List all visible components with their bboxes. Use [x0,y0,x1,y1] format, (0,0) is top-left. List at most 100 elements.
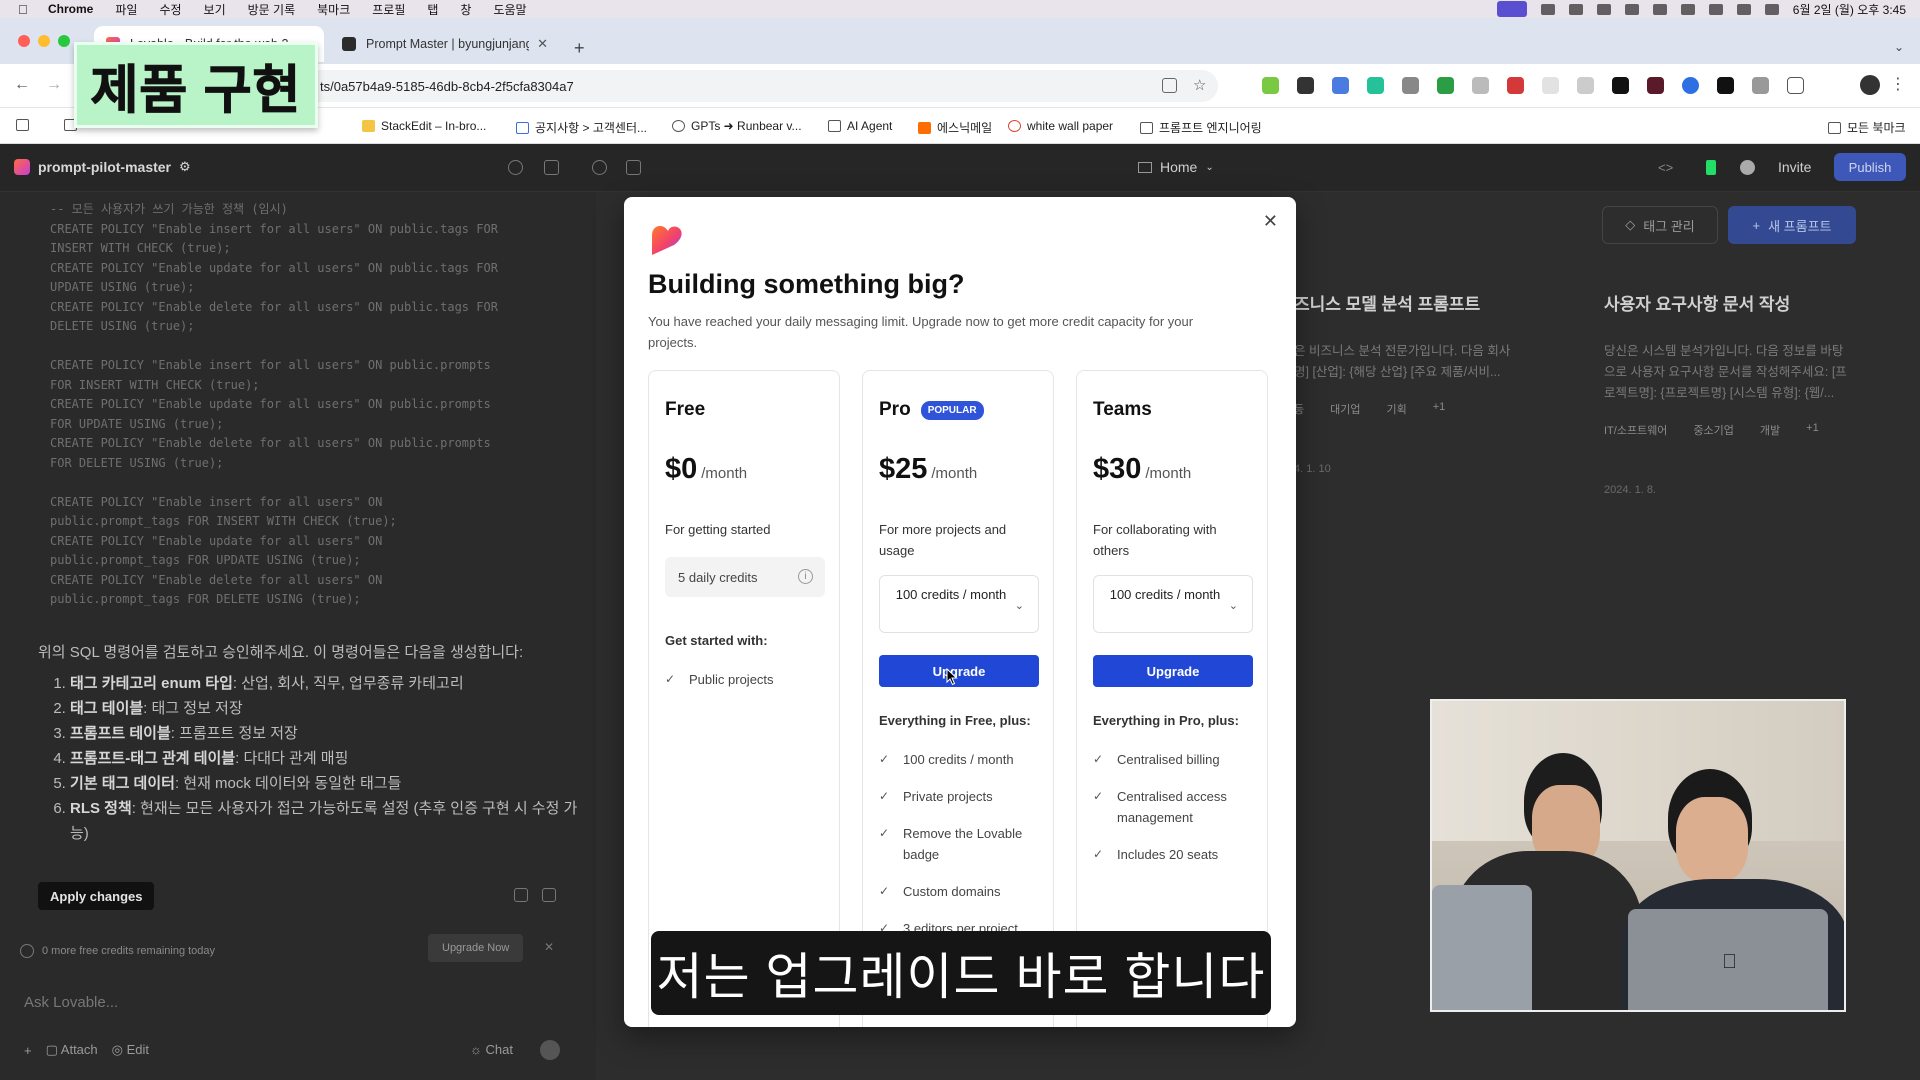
project-selector[interactable]: prompt-pilot-master ⚙ [14,159,191,175]
apps-grid-icon[interactable] [16,119,29,131]
extension-icon[interactable] [1472,77,1489,94]
tag-chip[interactable]: 개발 [1760,422,1780,438]
control-center-icon[interactable] [1764,3,1779,15]
battery-icon[interactable] [1680,3,1695,15]
extension-icon[interactable] [1647,77,1664,94]
chat-input[interactable]: Ask Lovable... [24,994,118,1011]
menubar-clock[interactable]: 6월 2일 (월) 오후 3:45 [1793,1,1906,18]
tag-chip[interactable]: IT/소프트웨어 [1604,422,1667,438]
thumbs-down-icon[interactable] [542,888,556,902]
minimize-window-button[interactable] [38,35,50,47]
tag-chip[interactable]: 대기업 [1330,401,1360,417]
route-selector[interactable]: Home ⌄ [1138,159,1214,175]
notion-icon[interactable] [1717,77,1734,94]
tab-prompt-master[interactable]: Prompt Master | byungjunjang ✕ [330,26,560,62]
code-icon[interactable]: <> [1658,160,1673,175]
translate-icon[interactable] [1162,78,1177,93]
extension-icon[interactable] [1332,77,1349,94]
status-icon[interactable] [1540,3,1555,15]
publish-button[interactable]: Publish [1834,153,1906,181]
bookmark-all[interactable]: 모든 북마크 [1828,119,1906,136]
settings-icon[interactable]: ⚙ [179,159,191,175]
thumbs-up-icon[interactable] [514,888,528,902]
moon-icon[interactable] [1596,3,1611,15]
tab-search-chevron-icon[interactable]: ⌄ [1894,40,1904,54]
extension-icon[interactable] [1577,77,1594,94]
tag-chip[interactable]: 기획 [1387,401,1407,417]
menu-history[interactable]: 방문 기록 [248,1,296,18]
upgrade-pro-button[interactable]: Upgrade [879,655,1039,687]
tag-chip[interactable]: 중소기업 [1693,422,1733,438]
extension-icon[interactable] [1402,77,1419,94]
close-icon[interactable]: ✕ [544,940,554,954]
attach-button[interactable]: ▢ Attach [46,1042,98,1058]
zoom-window-button[interactable] [58,35,70,47]
apply-changes-button[interactable]: Apply changes [38,882,155,910]
new-tab-icon[interactable]: + [574,38,585,59]
menu-app-name[interactable]: Chrome [48,2,93,16]
forward-arrow-icon[interactable]: → [46,76,62,94]
bookmark-wallpaper[interactable]: white wall paper [1008,119,1113,133]
credits-select[interactable]: 100 credits / month ⌄ [1093,575,1253,633]
close-icon[interactable]: ✕ [1263,211,1278,232]
extension-icon[interactable] [1297,77,1314,94]
upgrade-now-button[interactable]: Upgrade Now [428,934,524,962]
extension-icon[interactable] [1682,77,1699,94]
bookmark-ethnic-mail[interactable]: 에스닉메일 [918,119,992,136]
upgrade-teams-button[interactable]: Upgrade [1093,655,1253,687]
tag-chip[interactable]: +1 [1806,422,1819,438]
extension-icon[interactable] [1612,77,1629,94]
send-button[interactable] [540,1040,560,1060]
bookmark-prompt-engineering[interactable]: 프롬프트 엔지니어링 [1140,119,1262,136]
display-icon[interactable] [1624,3,1639,15]
wifi-icon[interactable] [1708,3,1723,15]
kebab-menu-icon[interactable]: ⋮ [1890,74,1906,94]
tag-manage-button[interactable]: ◇ 태그 관리 [1602,206,1718,244]
menu-profile[interactable]: 프로필 [372,1,405,18]
info-icon[interactable]: i [798,569,813,584]
supabase-icon[interactable] [1706,160,1716,175]
menu-view[interactable]: 보기 [204,1,226,18]
search-icon[interactable] [1736,3,1751,15]
tag-chip[interactable]: +1 [1433,401,1446,417]
prompt-card[interactable]: 사용자 요구사항 문서 작성 당신은 시스템 분석가입니다. 다음 정보를 바탕… [1604,290,1914,540]
plus-icon[interactable]: + [24,1043,32,1058]
bookmark-notice[interactable]: 공지사항 > 고객센터... [516,119,647,136]
profile-avatar[interactable] [1860,75,1880,95]
extension-icon[interactable] [1437,77,1454,94]
edit-button[interactable]: ◎ Edit [112,1042,149,1058]
refresh-icon[interactable] [592,160,607,175]
camera-icon[interactable] [1752,77,1769,94]
menu-bookmarks[interactable]: 북마크 [317,1,350,18]
menu-window[interactable]: 창 [460,1,471,18]
status-icon[interactable] [1568,3,1583,15]
extension-icon[interactable] [1507,77,1524,94]
sidebar-toggle-icon[interactable] [544,160,559,175]
apple-icon[interactable]:  [18,2,34,17]
close-icon[interactable]: ✕ [537,36,548,52]
screen-share-icon[interactable] [1496,1,1527,17]
url-text[interactable]: ts/0a57b4a9-5185-46db-8cb4-2f5cfa8304a7 [320,79,574,94]
input-method-icon[interactable] [1652,3,1667,15]
chat-mode-button[interactable]: ☼ Chat [470,1042,513,1057]
menu-tab[interactable]: 탭 [427,1,438,18]
invite-button[interactable]: Invite [1778,159,1811,175]
menu-file[interactable]: 파일 [115,1,137,18]
credits-select[interactable]: 100 credits / month ⌄ [879,575,1039,633]
menu-edit[interactable]: 수정 [159,1,181,18]
external-link-icon[interactable] [626,160,641,175]
bookmark-ai-agent[interactable]: AI Agent [828,119,892,133]
bookmark-stackedit[interactable]: StackEdit – In-bro... [362,119,486,133]
puzzle-extensions-icon[interactable] [1787,77,1804,94]
prompt-card[interactable]: 즈니스 모델 분석 프롬프트 은 비즈니스 분석 전문가입니다. 다음 회사 명… [1294,290,1604,540]
bookmark-star-icon[interactable]: ☆ [1193,78,1208,93]
new-prompt-button[interactable]: + 새 프롬프트 [1728,206,1856,244]
back-arrow-icon[interactable]: ← [14,76,30,94]
extension-icon[interactable] [1262,77,1279,94]
history-icon[interactable] [508,160,523,175]
extension-icon[interactable] [1367,77,1384,94]
github-icon[interactable] [1740,160,1755,175]
bookmark-gpts[interactable]: GPTs ➜ Runbear v... [672,119,802,133]
menu-help[interactable]: 도움말 [493,1,526,18]
extension-icon[interactable] [1542,77,1559,94]
